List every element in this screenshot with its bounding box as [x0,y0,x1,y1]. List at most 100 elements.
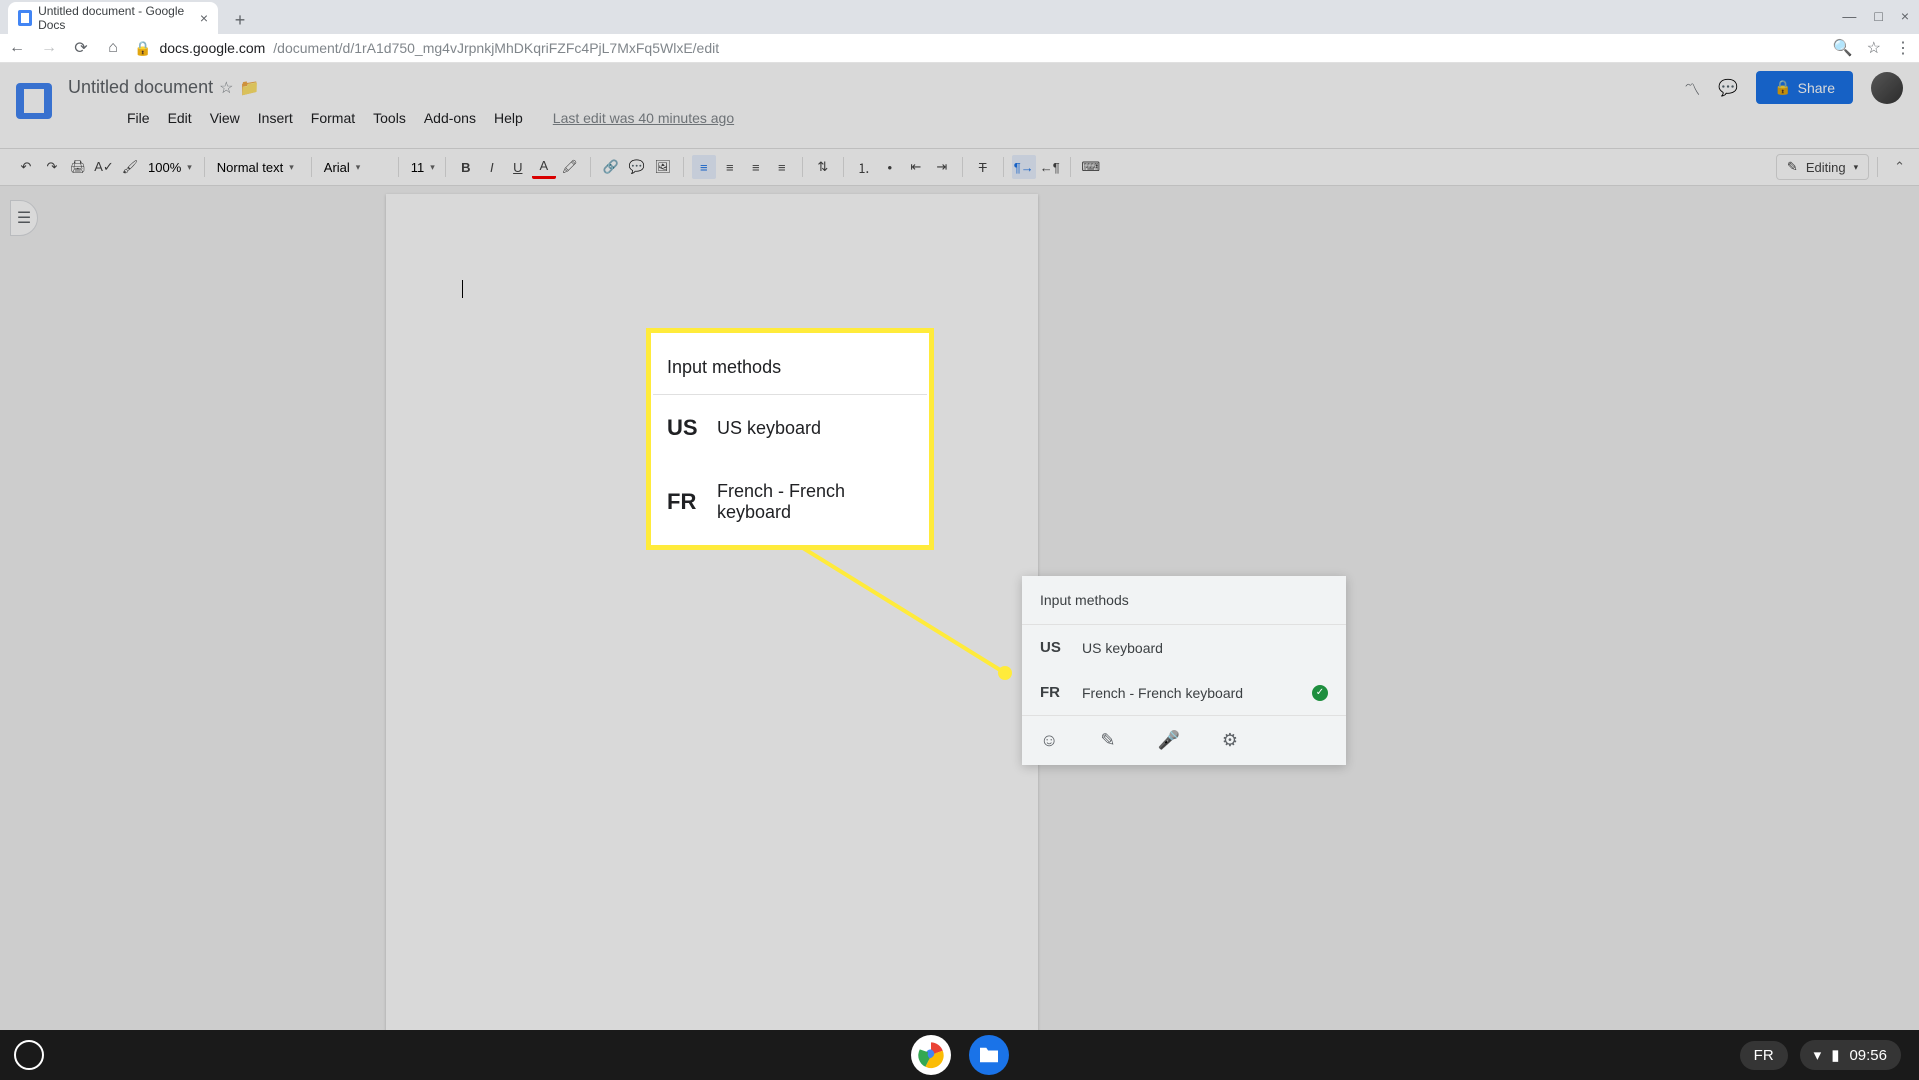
input-tools-icon[interactable]: ⌨ [1079,155,1103,179]
menu-help[interactable]: Help [487,106,530,130]
ltr-icon[interactable]: ¶→ [1012,155,1036,179]
nav-buttons: ← → ⟳ ⌂ [8,38,122,58]
document-title[interactable]: Untitled document [68,77,213,98]
link-icon[interactable]: 🔗 [599,155,623,179]
url-host: docs.google.com [159,40,265,56]
zoom-icon[interactable]: 🔍 [1833,38,1853,58]
callout-popup: Input methods US US keyboard FR French -… [646,328,934,550]
ime-item-us[interactable]: US US keyboard [1022,625,1346,670]
collapse-toolbar-icon[interactable]: ⌃ [1894,159,1905,175]
status-tray[interactable]: ▾ ▮ 09:56 [1800,1040,1901,1070]
new-tab-button[interactable]: + [226,6,254,34]
input-methods-popup: Input methods US US keyboard FR French -… [1022,576,1346,765]
paint-format-icon[interactable]: 🖌 [118,155,142,179]
zoom-select[interactable]: 100% [144,158,196,177]
url-bar[interactable]: 🔒 docs.google.com/document/d/1rA1d750_mg… [134,40,1821,57]
text-color-icon[interactable]: A [532,155,556,179]
menu-icon[interactable]: ⋮ [1895,38,1911,58]
callout-code-us: US [667,415,695,441]
chrome-app-icon[interactable] [911,1035,951,1075]
comment-icon[interactable]: 💬 [625,155,649,179]
share-button[interactable]: 🔒 Share [1756,71,1853,104]
highlight-icon[interactable]: 🖍 [558,155,582,179]
align-center-icon[interactable]: ≡ [718,155,742,179]
browser-tab[interactable]: Untitled document - Google Docs × [8,2,218,34]
print-icon[interactable]: 🖨 [66,155,90,179]
user-avatar[interactable] [1871,72,1903,104]
close-tab-icon[interactable]: × [200,10,208,26]
popup-title: Input methods [1022,576,1346,625]
menu-insert[interactable]: Insert [251,106,300,130]
bulleted-list-icon[interactable]: • [878,155,902,179]
docs-logo-icon[interactable] [16,83,52,119]
undo-icon[interactable]: ↶ [14,155,38,179]
rtl-icon[interactable]: ←¶ [1038,155,1062,179]
menu-view[interactable]: View [203,106,247,130]
redo-icon[interactable]: ↷ [40,155,64,179]
callout-title: Input methods [653,335,927,395]
docs-menu: File Edit View Insert Format Tools Add-o… [120,106,1903,130]
increase-indent-icon[interactable]: ⇥ [930,155,954,179]
toolbar: ↶ ↷ 🖨 A✓ 🖌 100% Normal text Arial 11 B I… [0,148,1919,186]
popup-footer: ☺ ✎ 🎤 ⚙ [1022,715,1346,765]
star-document-icon[interactable]: ☆ [219,78,233,98]
tab-strip: Untitled document - Google Docs × + — □ … [0,0,1919,34]
last-edit-link[interactable]: Last edit was 40 minutes ago [546,106,741,130]
activity-icon[interactable]: 〽 [1684,76,1700,100]
reload-icon[interactable]: ⟳ [72,38,90,58]
title-row: Untitled document ☆ 📁 〽 💬 🔒 Share Fi [16,71,1903,130]
ime-item-fr[interactable]: FR French - French keyboard ✓ [1022,670,1346,715]
spellcheck-icon[interactable]: A✓ [92,155,116,179]
underline-icon[interactable]: U [506,155,530,179]
bold-icon[interactable]: B [454,155,478,179]
menu-format[interactable]: Format [304,106,362,130]
numbered-list-icon[interactable]: ⒈ [852,155,876,179]
voice-icon[interactable]: 🎤 [1157,730,1179,751]
comments-icon[interactable]: 💬 [1718,78,1738,98]
menu-file[interactable]: File [120,106,157,130]
battery-icon: ▮ [1831,1046,1839,1064]
font-select[interactable]: Arial [320,158,390,177]
docs-favicon [18,10,32,26]
clock: 09:56 [1849,1047,1887,1064]
callout-label-fr: French - French keyboard [717,481,913,523]
ime-label-us: US keyboard [1082,640,1163,656]
decrease-indent-icon[interactable]: ⇤ [904,155,928,179]
callout-label-us: US keyboard [717,418,821,439]
maximize-icon[interactable]: □ [1874,8,1882,24]
launcher-icon[interactable] [14,1040,44,1070]
tab-title: Untitled document - Google Docs [38,4,194,32]
clear-format-icon[interactable]: T [971,155,995,179]
ime-code-label: FR [1754,1047,1774,1064]
image-icon[interactable]: 🖼 [651,155,675,179]
settings-icon[interactable]: ⚙ [1222,730,1238,751]
menu-addons[interactable]: Add-ons [417,106,483,130]
handwriting-icon[interactable]: ✎ [1100,730,1115,751]
minimize-icon[interactable]: — [1842,8,1856,24]
align-left-icon[interactable]: ≡ [692,155,716,179]
lock-icon: 🔒 [134,40,151,57]
align-justify-icon[interactable]: ≡ [770,155,794,179]
files-app-icon[interactable] [969,1035,1009,1075]
fontsize-select[interactable]: 11 [407,158,437,177]
line-spacing-icon[interactable]: ⇅ [811,155,835,179]
ime-indicator[interactable]: FR [1740,1041,1788,1070]
share-label: Share [1798,80,1835,96]
align-right-icon[interactable]: ≡ [744,155,768,179]
home-icon[interactable]: ⌂ [104,39,122,57]
callout-item-fr: FR French - French keyboard [653,461,927,543]
move-folder-icon[interactable]: 📁 [239,78,259,98]
back-icon[interactable]: ← [8,39,26,57]
menu-tools[interactable]: Tools [366,106,413,130]
emoji-icon[interactable]: ☺ [1040,730,1058,751]
style-select[interactable]: Normal text [213,158,303,177]
italic-icon[interactable]: I [480,155,504,179]
outline-button[interactable]: ☰ [10,200,38,236]
editing-mode-select[interactable]: ✎ Editing [1776,154,1869,180]
close-window-icon[interactable]: × [1901,8,1909,24]
ime-label-fr: French - French keyboard [1082,685,1243,701]
callout-code-fr: FR [667,489,695,515]
star-icon[interactable]: ☆ [1867,38,1881,58]
menu-edit[interactable]: Edit [161,106,199,130]
ime-code-fr: FR [1040,684,1064,701]
